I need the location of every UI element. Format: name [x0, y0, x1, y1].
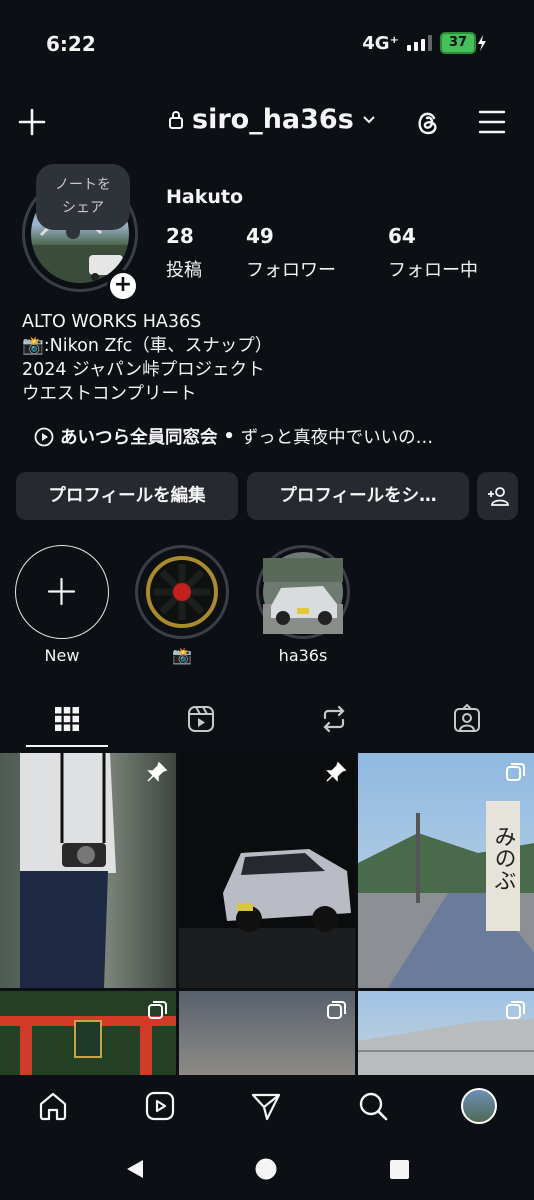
play-circle-icon: [34, 427, 54, 446]
posts-count[interactable]: 28: [166, 224, 194, 248]
active-tab-indicator: [26, 745, 108, 747]
bio-line: 📸:Nikon Zfc（車、スナップ）: [22, 336, 273, 356]
network-type: 4G⁺: [362, 32, 399, 54]
recents-icon[interactable]: [390, 1160, 409, 1179]
chevron-down-icon: [363, 115, 375, 123]
post-tile[interactable]: [0, 753, 176, 988]
carousel-icon: [506, 1001, 525, 1019]
carousel-icon: [327, 1001, 346, 1019]
music-song: ずっと真夜中でいいの…: [240, 428, 434, 448]
reels-icon[interactable]: [144, 1090, 176, 1122]
send-icon[interactable]: [250, 1090, 282, 1122]
account-switcher[interactable]: siro_ha36s: [168, 104, 376, 135]
bio-line: 2024 ジャパン峠プロジェクト: [22, 360, 265, 380]
note-bubble[interactable]: ノートを シェア: [36, 164, 130, 239]
carousel-icon: [506, 763, 525, 781]
menu-icon[interactable]: [478, 108, 506, 136]
music-separator: •: [223, 426, 235, 447]
battery-level: 37: [440, 32, 476, 54]
plus-icon[interactable]: [18, 108, 46, 136]
post-tile[interactable]: [358, 991, 534, 1075]
new-highlight-button[interactable]: [15, 545, 109, 639]
threads-icon[interactable]: [412, 106, 444, 138]
reels-icon[interactable]: [186, 704, 216, 734]
username: siro_ha36s: [192, 104, 354, 135]
grid-icon[interactable]: [52, 704, 82, 734]
edit-profile-button[interactable]: プロフィールを編集: [16, 472, 238, 520]
back-icon[interactable]: [124, 1158, 146, 1180]
tagged-icon[interactable]: [452, 704, 482, 734]
search-icon[interactable]: [357, 1090, 389, 1122]
lock-icon: [169, 110, 183, 129]
bio: ALTO WORKS HA36S 📸:Nikon Zfc（車、スナップ） 202…: [22, 310, 272, 406]
following-label[interactable]: フォロー中: [388, 256, 478, 282]
following-count[interactable]: 64: [388, 224, 416, 248]
discover-people-button[interactable]: [477, 472, 518, 520]
home-button-icon[interactable]: [255, 1158, 277, 1180]
status-time: 6:22: [46, 32, 96, 56]
reposts-icon[interactable]: [319, 704, 349, 734]
bio-line: ウエストコンプリート: [22, 384, 197, 404]
highlight-camera[interactable]: [135, 545, 229, 639]
highlight-label: 📸: [172, 646, 192, 665]
plus-icon: [47, 577, 76, 606]
bio-line: ALTO WORKS HA36S: [22, 312, 202, 332]
note-line-2: シェア: [62, 200, 104, 216]
svg-text:みのぶ: みのぶ: [491, 825, 517, 891]
signal-icon: [407, 35, 432, 51]
profile-avatar[interactable]: [461, 1088, 497, 1124]
share-profile-button[interactable]: プロフィールをシ…: [247, 472, 469, 520]
display-name: Hakuto: [166, 186, 244, 208]
followers-count[interactable]: 49: [246, 224, 274, 248]
add-person-icon: [487, 487, 509, 506]
profile-music[interactable]: あいつら全員同窓会 • ずっと真夜中でいいの…: [34, 424, 433, 449]
status-indicators: 4G⁺ 37: [362, 32, 488, 54]
note-line-1: ノートを: [55, 177, 111, 193]
post-tile[interactable]: みのぶ: [358, 753, 534, 988]
highlight-ha36s[interactable]: [256, 545, 350, 639]
battery-icon: 37: [440, 32, 488, 54]
pin-icon: [147, 761, 168, 782]
carousel-icon: [148, 1001, 167, 1019]
post-tile[interactable]: [179, 753, 355, 988]
followers-label[interactable]: フォロワー: [246, 256, 336, 282]
post-tile[interactable]: [0, 991, 176, 1075]
highlight-label: ha36s: [278, 646, 328, 665]
highlight-label: New: [44, 646, 80, 665]
add-story-button[interactable]: +: [107, 270, 139, 302]
music-artist: あいつら全員同窓会: [60, 428, 218, 448]
posts-label[interactable]: 投稿: [166, 256, 202, 282]
post-tile[interactable]: [179, 991, 355, 1075]
pin-icon: [326, 761, 347, 782]
home-icon[interactable]: [37, 1090, 69, 1122]
